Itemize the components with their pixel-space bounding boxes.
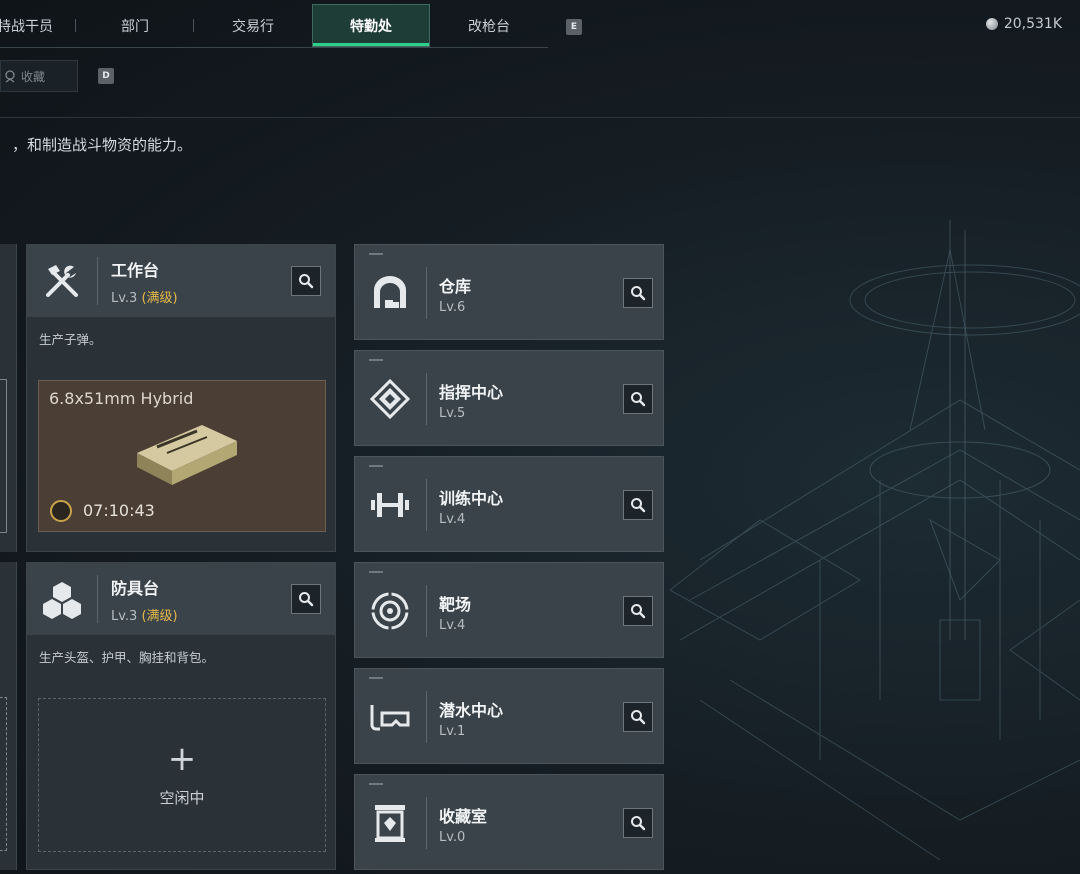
hammer-wrench-icon [27, 245, 97, 317]
armor-bench-card[interactable]: 防具台 Lv.3 (满级) 生产头盔、护甲、胸挂和背包。 + 空闲中 [26, 562, 336, 870]
magnifier-icon [299, 274, 314, 289]
ammo-box-icon [137, 425, 237, 485]
facility-collection-room[interactable]: 收藏室 Lv.0 [354, 774, 664, 870]
add-production-icon: + [167, 739, 197, 779]
facility-level: Lv.4 [439, 512, 466, 527]
next-tab-key-hint: E [566, 19, 582, 35]
command-center-search-button[interactable] [623, 384, 653, 414]
workbench-description: 生产子弹。 [39, 332, 102, 347]
command-center-icon [355, 351, 425, 447]
magnifier-icon [631, 392, 646, 407]
armor-bench-idle-slot[interactable]: + 空闲中 [38, 698, 326, 852]
shooting-range-search-button[interactable] [623, 596, 653, 626]
header-divider [0, 117, 1080, 118]
magnifier-icon [631, 816, 646, 831]
offscreen-card-1 [0, 244, 17, 552]
armor-bench-description: 生产头盔、护甲、胸挂和背包。 [39, 650, 215, 665]
facility-training-center[interactable]: 训练中心 Lv.4 [354, 456, 664, 552]
production-timer-icon [50, 500, 72, 522]
tab-departments[interactable]: 部门 [76, 4, 194, 47]
tab-trading[interactable]: 交易行 [194, 4, 312, 47]
magnifier-icon [631, 710, 646, 725]
magnifier-icon [631, 604, 646, 619]
diving-mask-icon [355, 669, 425, 765]
sub-toolbar: 收藏 [0, 60, 78, 92]
workbench-title: 工作台 [111, 260, 160, 280]
collection-room-search-button[interactable] [623, 808, 653, 838]
facility-warehouse[interactable]: 仓库 Lv.6 [354, 244, 664, 340]
tab-special-service[interactable]: 特勤处 [312, 4, 430, 47]
production-timer: 07:10:43 [83, 501, 155, 520]
facility-name: 仓库 [439, 277, 472, 296]
facility-level: Lv.5 [439, 406, 466, 421]
facility-name: 靶场 [439, 595, 472, 614]
facility-command-center[interactable]: 指挥中心 Lv.5 [354, 350, 664, 446]
workbench-header: 工作台 Lv.3 (满级) [27, 245, 335, 317]
armor-bench-level: Lv.3 (满级) [111, 608, 178, 624]
workbench-production-slot[interactable]: 6.8x51mm Hybrid 07:10:43 [38, 380, 326, 532]
magnifier-icon [299, 592, 314, 607]
workbench-search-button[interactable] [291, 266, 321, 296]
tab-operators[interactable]: 特战干员 [0, 4, 76, 47]
main-tab-bar: 特战干员 部门 交易行 特勤处 改枪台 [0, 4, 548, 48]
facility-level: Lv.6 [439, 300, 466, 315]
armor-bench-header: 防具台 Lv.3 (满级) [27, 563, 335, 635]
bookmark-icon [5, 70, 15, 83]
training-center-search-button[interactable] [623, 490, 653, 520]
currency-value: 20,531K [1003, 16, 1062, 32]
facility-level: Lv.4 [439, 618, 466, 633]
warehouse-search-button[interactable] [623, 278, 653, 308]
facility-name: 指挥中心 [439, 383, 504, 402]
facility-name: 训练中心 [439, 489, 504, 508]
currency-display: 20,531K [985, 16, 1062, 32]
magnifier-icon [631, 286, 646, 301]
workbench-card[interactable]: 工作台 Lv.3 (满级) 生产子弹。 6.8x51mm Hybrid 07:1… [26, 244, 336, 552]
warehouse-icon [355, 245, 425, 341]
dumbbell-icon [355, 457, 425, 553]
favorites-button[interactable]: 收藏 [0, 60, 78, 92]
target-icon [355, 563, 425, 659]
production-item-name: 6.8x51mm Hybrid [49, 389, 194, 408]
cubes-icon [27, 563, 97, 635]
tab-gunsmith[interactable]: 改枪台 [430, 4, 548, 47]
idle-label: 空闲中 [159, 789, 205, 807]
facility-name: 潜水中心 [439, 701, 504, 720]
facility-level: Lv.1 [439, 724, 466, 739]
facility-name: 收藏室 [439, 807, 488, 826]
armor-bench-search-button[interactable] [291, 584, 321, 614]
magnifier-icon [631, 498, 646, 513]
collection-room-icon [355, 775, 425, 871]
armor-bench-title: 防具台 [111, 578, 160, 598]
workbench-level: Lv.3 (满级) [111, 290, 178, 306]
prev-key-hint: D [98, 68, 114, 84]
facility-level: Lv.0 [439, 830, 466, 845]
facility-diving-center[interactable]: 潜水中心 Lv.1 [354, 668, 664, 764]
diving-center-search-button[interactable] [623, 702, 653, 732]
facility-shooting-range[interactable]: 靶场 Lv.4 [354, 562, 664, 658]
offscreen-card-2 [0, 562, 17, 870]
coin-icon [985, 18, 998, 30]
page-description: ，和制造战斗物资的能力。 [12, 136, 193, 154]
